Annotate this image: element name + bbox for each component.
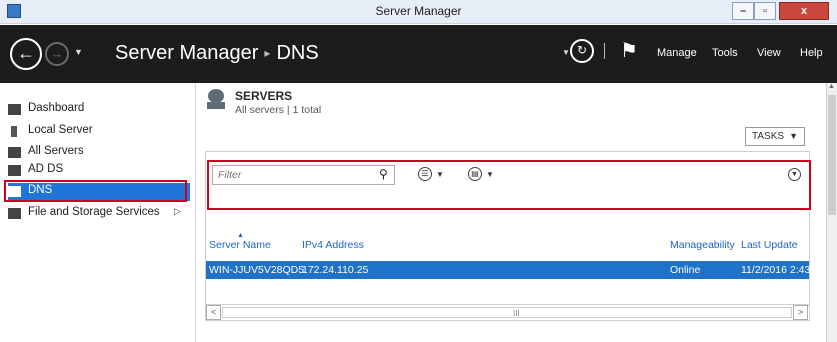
window-title: Server Manager xyxy=(375,4,462,18)
back-arrow-icon[interactable]: ← xyxy=(10,38,42,70)
header-divider xyxy=(604,43,605,59)
sidebar-item-label: Local Server xyxy=(28,124,93,136)
horizontal-scrollbar[interactable]: < III > xyxy=(206,304,809,320)
vertical-scrollbar[interactable]: ▲ xyxy=(826,83,837,342)
forward-arrow-icon[interactable]: → xyxy=(45,42,69,66)
dns-highlight-box xyxy=(4,180,187,202)
tasks-button[interactable]: TASKS ▼ xyxy=(745,127,805,146)
column-header-last-update[interactable]: Last Update xyxy=(741,239,798,251)
cell-server-name: WIN-JJUV5V28QD5 xyxy=(209,264,305,276)
menu-view[interactable]: View xyxy=(757,47,781,59)
tile-subtitle: All servers | 1 total xyxy=(235,104,322,116)
sidebar-item-label: File and Storage Services xyxy=(28,206,160,218)
chevron-down-icon: ▼ xyxy=(789,131,798,141)
menu-manage[interactable]: Manage xyxy=(657,47,697,59)
sidebar-item-label: AD DS xyxy=(28,163,64,175)
servers-icon xyxy=(8,147,21,158)
menu-tools[interactable]: Tools xyxy=(712,47,738,59)
sidebar-item-all-servers[interactable]: All Servers xyxy=(8,144,190,162)
refresh-dropdown-icon[interactable]: ▼ xyxy=(562,48,570,57)
sidebar-item-local-server[interactable]: Local Server xyxy=(8,123,190,141)
scroll-thumb[interactable]: III xyxy=(222,307,792,318)
cell-ipv4: 172.24.110.25 xyxy=(302,264,369,276)
menu-help[interactable]: Help xyxy=(800,47,823,59)
column-header-ipv4[interactable]: IPv4 Address xyxy=(302,239,364,251)
cell-manageability: Online xyxy=(670,264,701,276)
server-icon xyxy=(11,126,17,137)
storage-icon xyxy=(8,208,21,219)
sidebar: Dashboard Local Server All Servers AD DS… xyxy=(0,83,196,342)
breadcrumb-separator-icon: ▸ xyxy=(264,46,271,60)
close-button[interactable]: x xyxy=(779,2,829,20)
maximize-button[interactable]: ▫ xyxy=(754,2,776,20)
expand-arrow-icon[interactable]: ▷ xyxy=(174,206,181,217)
cell-last-update: 11/2/2016 2:43 xyxy=(741,264,811,276)
sort-ascending-icon: ▲ xyxy=(237,232,244,239)
sidebar-item-ad-ds[interactable]: AD DS xyxy=(8,162,190,180)
breadcrumb-root[interactable]: Server Manager xyxy=(115,42,258,64)
breadcrumb-current: DNS xyxy=(276,42,319,64)
scroll-left-icon[interactable]: < xyxy=(206,305,221,320)
column-header-manageability[interactable]: Manageability xyxy=(670,239,735,251)
ad-ds-icon xyxy=(8,165,21,176)
breadcrumb: Server Manager ▸ DNS xyxy=(115,42,319,65)
scroll-grip: III xyxy=(513,309,520,318)
dashboard-icon xyxy=(8,104,21,115)
history-dropdown-icon[interactable]: ▼ xyxy=(74,47,83,57)
table-highlight-box xyxy=(207,160,811,210)
column-header-server-name[interactable]: Server Name xyxy=(209,239,271,251)
refresh-icon[interactable]: ↻ xyxy=(570,39,594,63)
minimize-button[interactable]: – xyxy=(732,2,754,20)
servers-tile: SERVERS All servers | 1 total TASKS ▼ ⚲ … xyxy=(197,83,837,342)
scroll-right-icon[interactable]: > xyxy=(793,305,808,320)
title-bar: Server Manager – ▫ x xyxy=(0,0,837,24)
servers-globe-icon xyxy=(207,89,225,109)
sidebar-item-label: Dashboard xyxy=(28,102,85,114)
tile-title: SERVERS xyxy=(235,89,293,103)
table-row[interactable]: WIN-JJUV5V28QD5 172.24.110.25 Online 11/… xyxy=(206,261,811,279)
sidebar-item-label: All Servers xyxy=(28,145,84,157)
sidebar-item-dashboard[interactable]: Dashboard xyxy=(8,101,190,119)
header-band: ← → ▼ Server Manager ▸ DNS ▼ ↻ ⚑ Manage To… xyxy=(0,25,837,83)
vertical-scroll-thumb[interactable] xyxy=(828,95,836,215)
tasks-label: TASKS xyxy=(752,131,785,142)
notifications-flag-icon[interactable]: ⚑ xyxy=(620,38,638,63)
sidebar-item-file-storage[interactable]: File and Storage Services ▷ xyxy=(8,205,190,223)
scroll-up-icon[interactable]: ▲ xyxy=(828,83,835,90)
